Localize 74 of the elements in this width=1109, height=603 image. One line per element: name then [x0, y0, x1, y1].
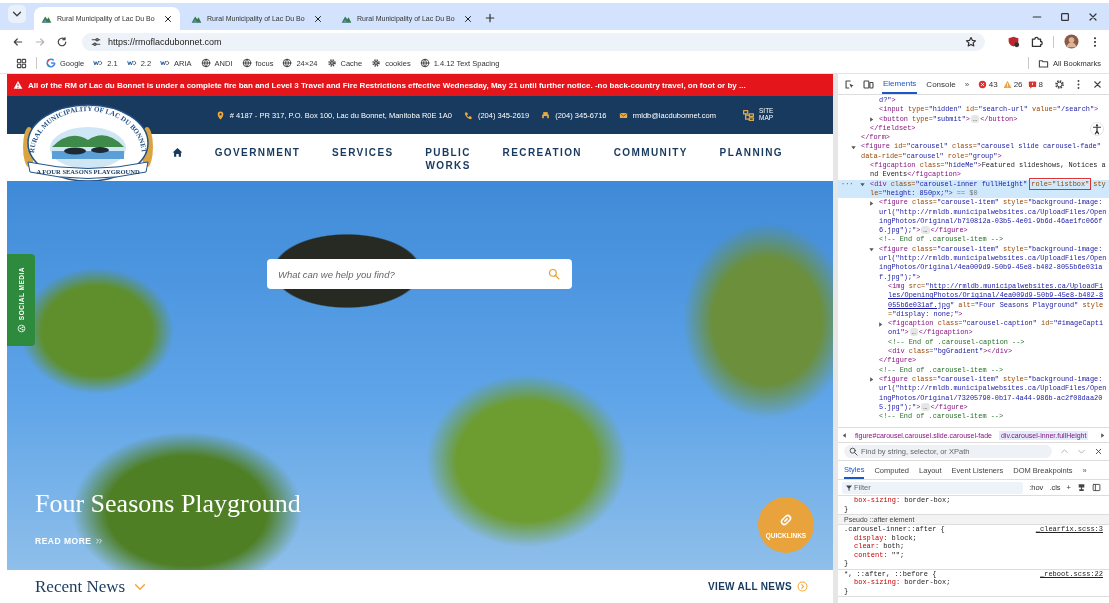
close-icon[interactable] [1092, 78, 1103, 90]
google-icon [46, 58, 56, 68]
expanded-arrow-icon[interactable] [868, 246, 875, 254]
tab-list-icon[interactable] [8, 5, 26, 23]
nav-link[interactable]: PLANNING [718, 146, 783, 159]
close-icon[interactable] [1094, 447, 1103, 456]
devtools-tab[interactable]: Elements [882, 74, 918, 94]
nav-link[interactable]: SERVICES [330, 146, 394, 159]
close-icon[interactable] [463, 13, 473, 24]
folder-icon [1038, 57, 1050, 69]
scroll-right-icon[interactable] [1099, 431, 1106, 439]
scroll-left-icon[interactable] [841, 431, 848, 439]
envelope-icon [618, 110, 628, 120]
home-icon[interactable] [172, 147, 183, 158]
warning-icon [13, 80, 23, 90]
arrow-circle-icon [797, 581, 808, 592]
format-stamp-icon[interactable] [1077, 483, 1086, 492]
nav-link[interactable]: COMMUNITY [612, 146, 688, 159]
search-field[interactable]: What can we help you find? [267, 259, 572, 289]
shield-extension-icon[interactable] [1007, 35, 1020, 48]
share-icon [16, 324, 26, 334]
double-chevron-icon [95, 537, 104, 545]
collapsed-arrow-icon[interactable] [868, 116, 875, 124]
close-icon[interactable] [313, 13, 323, 24]
location-pin-icon [215, 110, 225, 120]
sitemap-icon [742, 108, 755, 122]
globe-icon [419, 58, 430, 68]
avatar-icon[interactable] [1064, 34, 1079, 49]
apps-grid-icon[interactable] [16, 57, 27, 69]
reload-icon[interactable] [56, 35, 68, 48]
collapsed-arrow-icon[interactable] [868, 199, 875, 207]
error-icon [977, 79, 987, 89]
close-icon[interactable] [163, 13, 173, 24]
settings-icon[interactable] [1054, 78, 1065, 90]
w3c-icon [160, 58, 171, 68]
filter-icon [845, 483, 853, 492]
w3c-icon [126, 58, 137, 68]
puzzle-icon[interactable] [1030, 35, 1043, 48]
count-text: 43 [988, 79, 998, 89]
more-tabs-button[interactable]: » [964, 79, 970, 89]
expanded-arrow-icon[interactable] [859, 181, 866, 189]
globe-icon [200, 58, 211, 68]
count-text: 8 [1038, 79, 1043, 89]
warning-icon [1002, 79, 1012, 89]
gear-icon [326, 58, 337, 68]
accessibility-icon[interactable] [1090, 122, 1104, 136]
gear-icon [371, 58, 382, 68]
globe-icon [282, 58, 293, 68]
nav-link[interactable]: GOVERNMENT [213, 146, 301, 159]
fax-icon [541, 110, 551, 120]
new-tab-icon[interactable] [484, 12, 496, 24]
view-all-news-link[interactable]: VIEW ALL NEWS [708, 581, 808, 592]
search-icon [849, 447, 858, 456]
issue-icon [1027, 79, 1037, 89]
address-bar[interactable]: https://rmoflacdubonnet.com [82, 32, 985, 51]
back-arrow-icon[interactable] [12, 35, 24, 48]
device-toolbar-icon[interactable] [863, 78, 874, 90]
site-settings-icon[interactable] [90, 35, 102, 48]
w3c-icon [93, 58, 104, 68]
count-text: 26 [1013, 79, 1023, 89]
alert-text: All of the RM of Lac du Bonnet is under a complete fire ban and Level 3 Travel and Fire Restrictions effective Wednesday, May 21 until further notice. -no back-country travel, on foot or by ... [28, 80, 746, 90]
section-heading: Recent News [35, 576, 126, 597]
collapsed-arrow-icon[interactable] [868, 376, 875, 384]
nav-link[interactable]: RECREATION [501, 146, 582, 159]
sidebar-toggle-icon[interactable] [1092, 483, 1101, 492]
expanded-arrow-icon[interactable] [850, 144, 857, 151]
nav-link[interactable]: PUBLIC WORKS [423, 146, 471, 172]
globe-icon [241, 58, 252, 68]
phone-icon [463, 110, 473, 120]
star-icon[interactable] [965, 35, 977, 48]
maximize-icon[interactable] [1059, 10, 1071, 23]
collapsed-arrow-icon[interactable] [877, 320, 884, 328]
devtools-tab[interactable]: Console [925, 75, 957, 93]
inspect-element-icon[interactable] [844, 78, 855, 90]
